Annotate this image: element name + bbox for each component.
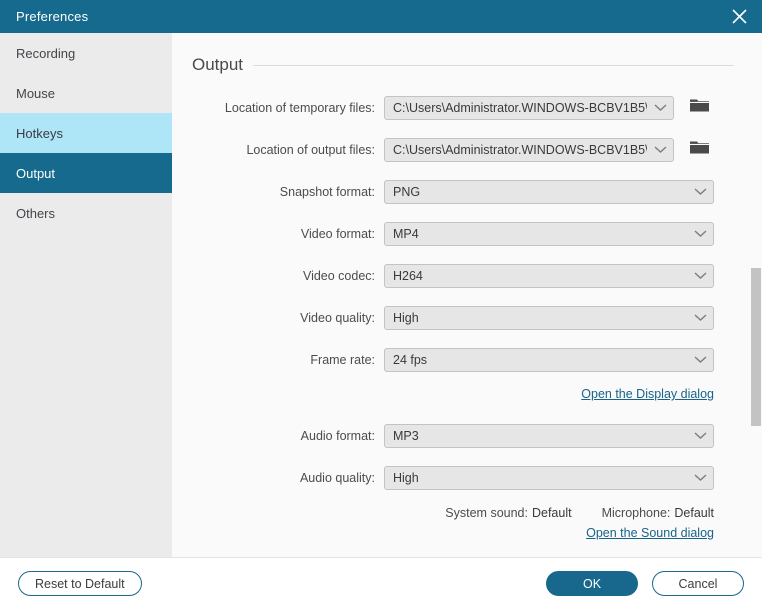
- open-display-dialog-link[interactable]: Open the Display dialog: [581, 387, 714, 401]
- sidebar-item-mouse[interactable]: Mouse: [0, 73, 172, 113]
- chevron-down-icon: [687, 313, 713, 322]
- dropdown-snapshot-format-value: PNG: [393, 184, 421, 199]
- system-sound-label: System sound:: [445, 506, 528, 520]
- section-divider: [253, 64, 734, 66]
- sidebar-item-label: Others: [16, 205, 56, 221]
- sidebar-item-label: Hotkeys: [16, 125, 63, 141]
- dropdown-frame-rate[interactable]: 24 fps: [384, 347, 714, 372]
- dropdown-audio-format-value: MP3: [393, 428, 419, 443]
- label-frame-rate: Frame rate:: [310, 352, 375, 367]
- chevron-down-icon: [687, 473, 713, 482]
- label-temp-location: Location of temporary files:: [224, 100, 375, 115]
- row-output-location: Location of output files: C:\Users\Admin…: [192, 133, 734, 166]
- output-section-title: Output: [192, 55, 244, 74]
- label-video-codec: Video codec:: [302, 268, 375, 283]
- dropdown-output-location[interactable]: C:\Users\Administrator.WINDOWS-BCBV1B5\D: [384, 137, 674, 162]
- dropdown-temp-location-value: C:\Users\Administrator.WINDOWS-BCBV1B5\V: [393, 100, 647, 115]
- chevron-down-icon: [647, 145, 673, 154]
- chevron-down-icon: [687, 431, 713, 440]
- sidebar-item-output[interactable]: Output: [0, 153, 172, 193]
- display-dialog-link-row: Open the Display dialog: [192, 387, 714, 401]
- chevron-down-icon: [687, 355, 713, 364]
- row-video-quality: Video quality: High: [192, 301, 734, 334]
- ok-button[interactable]: OK: [546, 571, 638, 596]
- sidebar-item-label: Mouse: [16, 85, 56, 101]
- browse-temp-location-button[interactable]: [686, 97, 712, 119]
- label-snapshot-format: Snapshot format:: [279, 184, 375, 199]
- dropdown-video-codec-value: H264: [393, 268, 423, 283]
- preferences-window: Preferences Recording Mouse Hotkeys Outp…: [0, 0, 762, 609]
- open-sound-dialog-link[interactable]: Open the Sound dialog: [586, 526, 714, 540]
- label-audio-quality: Audio quality:: [299, 470, 375, 485]
- sound-dialog-link-row: Open the Sound dialog: [192, 526, 714, 540]
- close-icon: [730, 7, 749, 26]
- sidebar-item-label: Output: [16, 165, 56, 181]
- cancel-button[interactable]: Cancel: [652, 571, 744, 596]
- dropdown-video-format[interactable]: MP4: [384, 221, 714, 246]
- row-frame-rate: Frame rate: 24 fps: [192, 343, 734, 376]
- settings-content-pane: Output Location of temporary files: C:\U…: [172, 33, 762, 557]
- footer-action-buttons: OK Cancel: [546, 571, 744, 596]
- chevron-down-icon: [687, 271, 713, 280]
- dropdown-video-format-value: MP4: [393, 226, 419, 241]
- dialog-footer: Reset to Default OK Cancel: [0, 557, 762, 609]
- microphone-value: Default: [674, 506, 714, 520]
- content-scrollbar[interactable]: [749, 33, 762, 557]
- chevron-down-icon: [647, 103, 673, 112]
- sidebar-item-hotkeys[interactable]: Hotkeys: [0, 113, 172, 153]
- row-snapshot-format: Snapshot format: PNG: [192, 175, 734, 208]
- chevron-down-icon: [687, 229, 713, 238]
- system-sound-pair: System sound: Default: [445, 506, 571, 520]
- sidebar-item-others[interactable]: Others: [0, 193, 172, 233]
- row-video-codec: Video codec: H264: [192, 259, 734, 292]
- scrollbar-thumb[interactable]: [751, 268, 761, 426]
- system-sound-value: Default: [531, 506, 572, 520]
- row-temp-location: Location of temporary files: C:\Users\Ad…: [192, 91, 734, 124]
- label-video-quality: Video quality:: [300, 310, 375, 325]
- dropdown-video-codec[interactable]: H264: [384, 263, 714, 288]
- row-audio-format: Audio format: MP3: [192, 419, 734, 452]
- reset-to-default-button[interactable]: Reset to Default: [18, 571, 142, 596]
- dropdown-snapshot-format[interactable]: PNG: [384, 179, 714, 204]
- microphone-label: Microphone:: [601, 506, 671, 520]
- window-body: Recording Mouse Hotkeys Output Others Ou…: [0, 33, 762, 557]
- label-output-location: Location of output files:: [246, 142, 375, 157]
- output-section-header: Output: [192, 33, 734, 79]
- dropdown-audio-quality-value: High: [393, 470, 419, 485]
- microphone-pair: Microphone: Default: [602, 506, 714, 520]
- sound-devices-row: System sound: Default Microphone: Default: [192, 506, 715, 520]
- dropdown-audio-quality[interactable]: High: [384, 465, 714, 490]
- label-video-format: Video format:: [300, 226, 375, 241]
- chevron-down-icon: [687, 187, 713, 196]
- browse-output-location-button[interactable]: [686, 139, 712, 161]
- settings-content-inner: Output Location of temporary files: C:\U…: [172, 33, 762, 557]
- dropdown-video-quality[interactable]: High: [384, 305, 714, 330]
- dropdown-video-quality-value: High: [393, 310, 419, 325]
- sidebar-item-recording[interactable]: Recording: [0, 33, 172, 73]
- folder-icon: [689, 139, 710, 161]
- dropdown-temp-location[interactable]: C:\Users\Administrator.WINDOWS-BCBV1B5\V: [384, 95, 674, 120]
- dropdown-audio-format[interactable]: MP3: [384, 423, 714, 448]
- row-video-format: Video format: MP4: [192, 217, 734, 250]
- sidebar-item-label: Recording: [16, 45, 76, 61]
- close-button[interactable]: [716, 0, 762, 33]
- label-audio-format: Audio format:: [300, 428, 375, 443]
- window-title: Preferences: [16, 9, 89, 24]
- window-titlebar: Preferences: [0, 0, 762, 33]
- dropdown-frame-rate-value: 24 fps: [393, 352, 428, 367]
- row-audio-quality: Audio quality: High: [192, 461, 734, 494]
- dropdown-output-location-value: C:\Users\Administrator.WINDOWS-BCBV1B5\D: [393, 142, 647, 157]
- others-section-header: Others: [192, 540, 734, 557]
- folder-icon: [689, 97, 710, 119]
- sidebar-nav: Recording Mouse Hotkeys Output Others: [0, 33, 172, 557]
